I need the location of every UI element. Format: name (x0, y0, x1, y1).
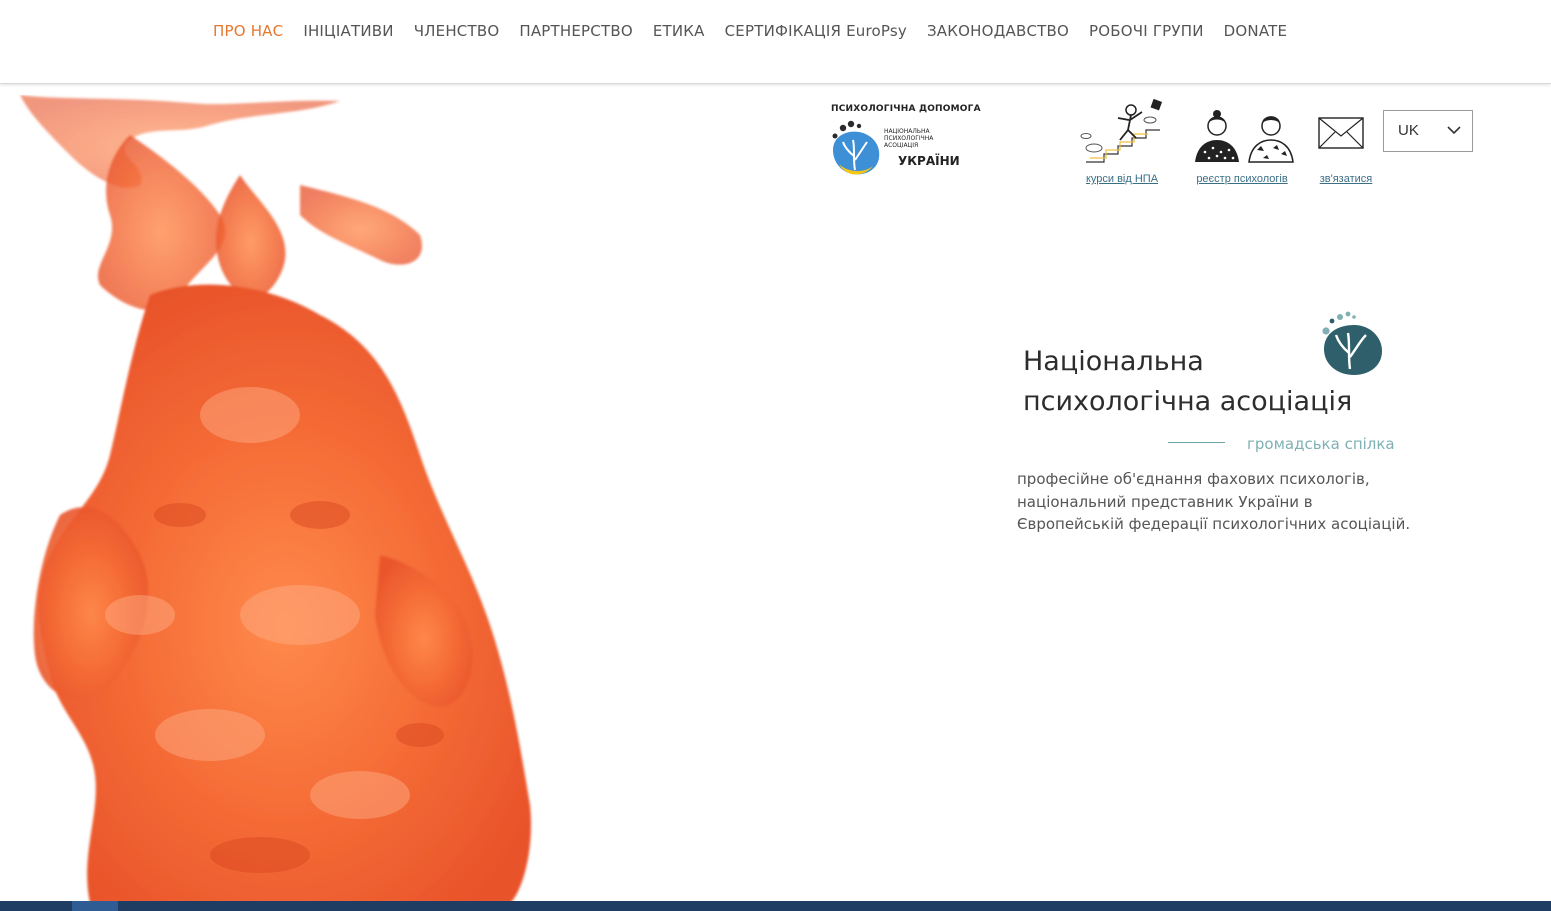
nav-item-partnership[interactable]: ПАРТНЕРСТВО (509, 20, 642, 42)
os-taskbar (0, 901, 1551, 911)
help-logo-caption: ПСИХОЛОГІЧНА ДОПОМОГА (831, 104, 981, 114)
subtitle-divider (1168, 442, 1225, 443)
description-line3: Європейській федерації психологічних асо… (1017, 515, 1411, 533)
association-subtitle: громадська спілка (1247, 435, 1395, 453)
association-title-line1: Національна (1023, 346, 1204, 377)
courses-link-label: курси від НПА (1085, 173, 1159, 185)
description-line1: професійне об'єднання фахових психологів… (1017, 470, 1370, 488)
courses-link[interactable]: курси від НПА (1076, 96, 1168, 185)
top-navigation: ПРО НАС ІНІЦІАТИВИ ЧЛЕНСТВО ПАРТНЕРСТВО … (0, 0, 1551, 84)
nav-item-europsy-certification[interactable]: СЕРТИФІКАЦІЯ EuroPsy (715, 20, 917, 42)
hero-ink-image (0, 95, 560, 903)
psychologists-registry-link[interactable]: реєстр психологів (1187, 108, 1297, 185)
psychologists-registry-label: реєстр психологів (1196, 173, 1288, 185)
envelope-icon (1318, 117, 1364, 149)
help-logo-org-name: УКРАЇНИ (898, 154, 960, 168)
nav-item-about[interactable]: ПРО НАС (203, 20, 293, 42)
language-value: UK (1398, 122, 1419, 139)
association-emblem-icon (832, 120, 880, 175)
main-menu: ПРО НАС ІНІЦІАТИВИ ЧЛЕНСТВО ПАРТНЕРСТВО … (203, 20, 1297, 42)
climbing-student-icon (1080, 98, 1163, 163)
help-logo-org-small: НАЦІОНАЛЬНА ПСИХОЛОГІЧНА АСОЦІАЦІЯ (884, 128, 934, 149)
nav-item-working-groups[interactable]: РОБОЧІ ГРУПИ (1079, 20, 1214, 42)
nav-item-ethics[interactable]: ЕТИКА (643, 20, 715, 42)
contact-link[interactable]: зв'язатися (1313, 116, 1379, 185)
psychological-help-logo[interactable]: ПСИХОЛОГІЧНА ДОПОМОГА НАЦІОНАЛЬНА ПСИХОЛ… (829, 102, 981, 182)
association-description: професійне об'єднання фахових психологів… (1017, 468, 1437, 536)
description-line2: національний представник України в (1017, 492, 1313, 511)
association-title-line2: психологічна асоціація (1023, 386, 1353, 417)
chevron-down-icon (1447, 126, 1461, 135)
nav-item-membership[interactable]: ЧЛЕНСТВО (404, 20, 510, 42)
contact-link-label: зв'язатися (1319, 173, 1373, 185)
nav-item-donate[interactable]: DONATE (1214, 20, 1298, 42)
nav-item-legislation[interactable]: ЗАКОНОДАВСТВО (917, 20, 1079, 42)
nav-item-initiatives[interactable]: ІНІЦІАТИВИ (293, 20, 403, 42)
taskbar-start-button[interactable] (72, 901, 118, 911)
psychologists-people-icon (1195, 110, 1294, 163)
association-title: Національна психологічна асоціація (1023, 342, 1423, 422)
language-select[interactable]: UK (1383, 110, 1473, 152)
